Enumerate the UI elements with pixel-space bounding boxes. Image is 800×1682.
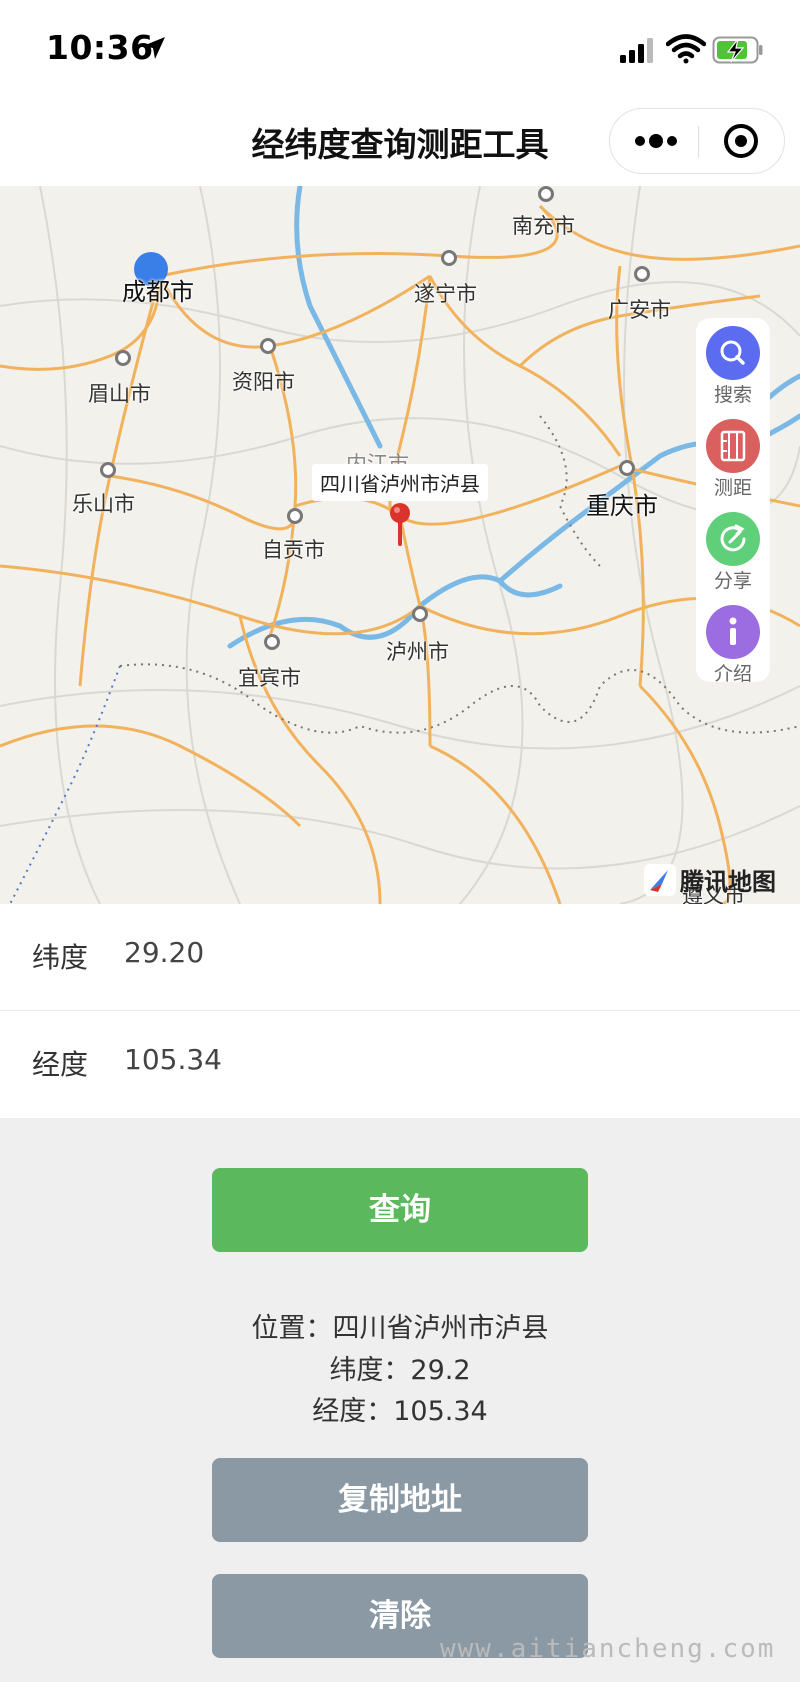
- more-button[interactable]: [610, 109, 698, 173]
- search-icon: [706, 326, 760, 380]
- search-tool-button[interactable]: 搜索: [696, 322, 770, 412]
- info-icon: [706, 605, 760, 659]
- close-button[interactable]: [699, 109, 785, 173]
- map-label-luzhou: 泸州市: [386, 640, 449, 664]
- map-label-yibin: 宜宾市: [238, 666, 301, 690]
- city-dot: [264, 634, 280, 650]
- wifi-icon: [666, 34, 706, 64]
- city-dot: [634, 266, 650, 282]
- share-tool-label: 分享: [713, 570, 752, 592]
- status-bar: 10:36: [0, 0, 800, 100]
- latitude-row: 纬度 29.20: [0, 904, 800, 1011]
- intro-tool-label: 介绍: [713, 663, 752, 685]
- latitude-input[interactable]: 29.20: [124, 936, 204, 969]
- result-location: 位置：四川省泸州市泸县: [251, 1313, 549, 1344]
- copy-address-button[interactable]: 复制地址: [212, 1458, 588, 1542]
- cellular-signal-icon: [620, 38, 653, 63]
- more-dots-icon: [635, 134, 677, 148]
- query-button[interactable]: 查询: [212, 1168, 588, 1252]
- map-label-suining: 遂宁市: [414, 282, 477, 306]
- longitude-input[interactable]: 105.34: [124, 1043, 222, 1076]
- close-target-icon: [724, 124, 758, 158]
- coordinate-form: 纬度 29.20 经度 105.34: [0, 904, 800, 1118]
- intro-tool-button[interactable]: 介绍: [696, 601, 770, 691]
- share-tool-button[interactable]: 分享: [696, 508, 770, 598]
- city-dot: [115, 350, 131, 366]
- city-dot: [412, 606, 428, 622]
- city-dot: [287, 508, 303, 524]
- city-dot: [260, 338, 276, 354]
- city-dot: [100, 462, 116, 478]
- map-view[interactable]: 南充市 成都市 遂宁市 广安市 眉山市 资阳市 内江市 乐山市 重庆市 自贡市 …: [0, 186, 800, 904]
- map-label-guangan: 广安市: [608, 298, 671, 322]
- battery-charging-icon: [712, 36, 763, 64]
- measure-tool-label: 测距: [713, 477, 752, 499]
- longitude-row: 经度 105.34: [0, 1011, 800, 1117]
- ruler-icon: [706, 419, 760, 473]
- map-provider-logo: 腾讯地图: [644, 862, 776, 897]
- map-label-meishan: 眉山市: [88, 382, 151, 406]
- search-tool-label: 搜索: [713, 384, 752, 406]
- city-dot: [619, 460, 635, 476]
- map-label-zigong: 自贡市: [262, 538, 325, 562]
- city-dot: [441, 250, 457, 266]
- measure-tool-button[interactable]: 测距: [696, 415, 770, 505]
- share-icon: [706, 512, 760, 566]
- map-label-nanchong: 南充市: [512, 214, 575, 238]
- map-toolbar: 搜索 测距 分享 介绍: [696, 318, 770, 685]
- longitude-label: 经度: [32, 1048, 89, 1081]
- city-dot: [538, 186, 554, 202]
- map-pin-icon[interactable]: [388, 502, 412, 546]
- mini-program-capsule: [609, 108, 785, 174]
- navigation-bar: 经纬度查询测距工具: [0, 100, 800, 186]
- result-longitude: 经度：105.34: [312, 1396, 488, 1427]
- watermark-text: www.aitiancheng.com: [440, 1634, 776, 1664]
- map-label-chengdu: 成都市: [122, 278, 194, 306]
- map-label-chongqing: 重庆市: [586, 492, 658, 520]
- map-label-ziyang: 资阳市: [232, 370, 295, 394]
- location-arrow-icon: [143, 37, 165, 59]
- map-provider-name: 腾讯地图: [680, 868, 776, 896]
- map-label-leshan: 乐山市: [72, 492, 135, 516]
- status-time: 10:36: [46, 28, 154, 67]
- result-latitude: 纬度：29.2: [329, 1355, 471, 1386]
- tencent-map-icon: [644, 863, 676, 896]
- location-callout: 四川省泸州市泸县: [312, 464, 488, 501]
- latitude-label: 纬度: [32, 941, 89, 974]
